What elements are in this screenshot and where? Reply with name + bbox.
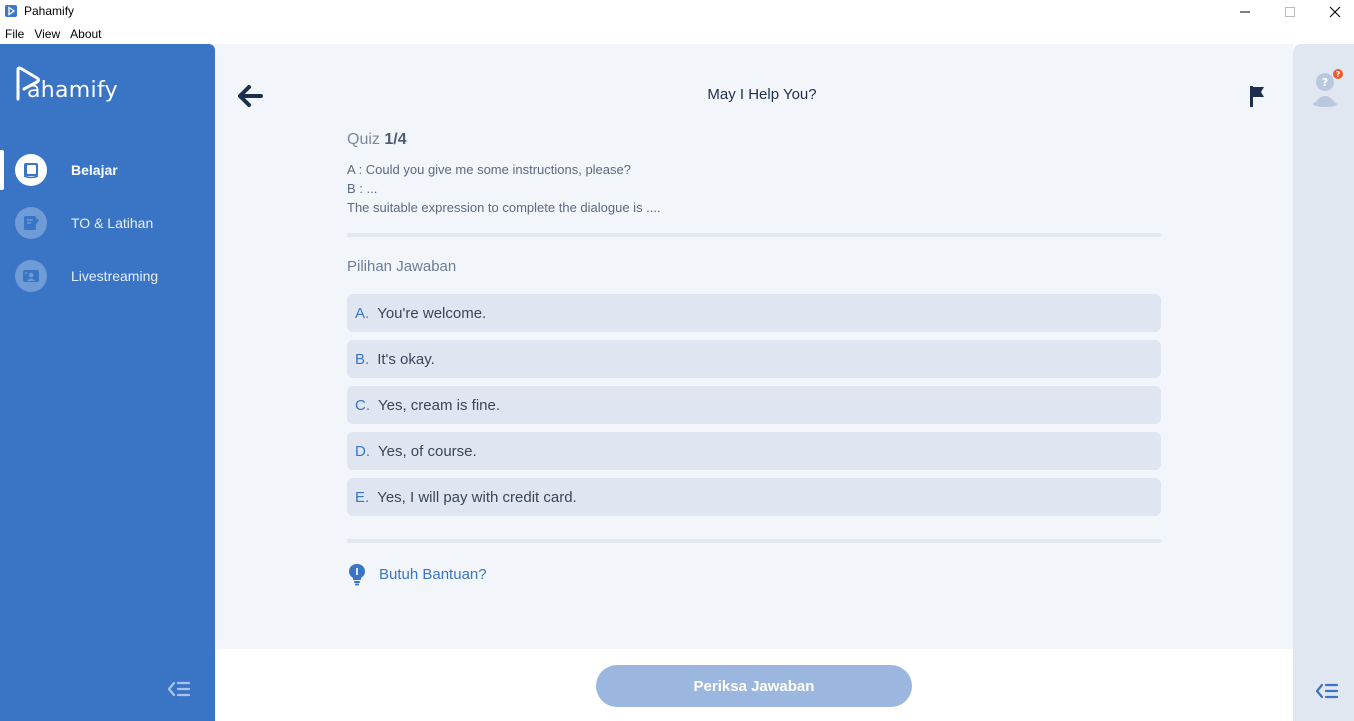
maximize-button[interactable] [1267, 0, 1313, 24]
main-content: May I Help You? Quiz 1/4 A : Could you g… [215, 44, 1293, 649]
right-panel: ? ? [1293, 44, 1354, 721]
window-title: Pahamify [24, 4, 75, 18]
answer-option-c[interactable]: C. Yes, cream is fine. [347, 386, 1161, 424]
menu-bar: File View About [0, 24, 1354, 44]
check-answer-button[interactable]: Periksa Jawaban [596, 665, 912, 707]
bottom-bar: Periksa Jawaban [215, 649, 1293, 721]
option-text: Yes, of course. [378, 442, 477, 460]
option-text: It's okay. [377, 350, 435, 368]
help-label: Butuh Bantuan? [379, 565, 487, 583]
choices-heading: Pilihan Jawaban [347, 258, 457, 275]
option-letter: E. [355, 488, 370, 506]
menu-view[interactable]: View [29, 24, 65, 44]
quiz-progress-count: 1/4 [384, 131, 407, 148]
option-text: You're welcome. [377, 304, 487, 322]
help-badge: ? [1336, 70, 1341, 79]
sidebar: ahamify Belajar TO & Latihan Livestreami… [0, 44, 215, 721]
option-text: Yes, I will pay with credit card. [377, 488, 577, 506]
book-icon [15, 154, 47, 186]
sidebar-item-belajar[interactable]: Belajar [0, 150, 215, 190]
sidebar-item-livestreaming[interactable]: Livestreaming [0, 256, 215, 296]
lightbulb-icon [349, 564, 365, 586]
answer-option-b[interactable]: B. It's okay. [347, 340, 1161, 378]
option-letter: C. [355, 396, 370, 414]
option-letter: B. [355, 350, 370, 368]
title-bar: Pahamify [0, 0, 1354, 24]
edit-icon [15, 207, 47, 239]
question-line: The suitable expression to complete the … [347, 200, 661, 215]
sidebar-item-label: Livestreaming [71, 268, 159, 284]
help-avatar-icon[interactable]: ? ? [1311, 68, 1343, 113]
svg-text:?: ? [1322, 76, 1328, 89]
app-logo-icon [5, 5, 17, 17]
question-line: B : ... [347, 181, 378, 196]
sidebar-item-to-latihan[interactable]: TO & Latihan [0, 203, 215, 243]
quiz-label: Quiz [347, 131, 380, 148]
livestream-icon [15, 260, 47, 292]
answer-option-a[interactable]: A. You're welcome. [347, 294, 1161, 332]
quiz-progress: Quiz 1/4 [347, 131, 407, 149]
question-line: A : Could you give me some instructions,… [347, 162, 631, 177]
flag-icon[interactable] [1247, 84, 1267, 108]
close-button[interactable] [1312, 0, 1354, 24]
menu-file[interactable]: File [0, 24, 29, 44]
answer-option-d[interactable]: D. Yes, of course. [347, 432, 1161, 470]
answer-option-e[interactable]: E. Yes, I will pay with credit card. [347, 478, 1161, 516]
option-letter: A. [355, 304, 370, 322]
minimize-button[interactable] [1222, 0, 1268, 24]
sidebar-item-label: TO & Latihan [71, 215, 154, 231]
menu-about[interactable]: About [65, 24, 106, 44]
collapse-panel-icon[interactable] [1315, 682, 1339, 705]
page-title: May I Help You? [707, 86, 817, 103]
collapse-sidebar-icon[interactable] [167, 680, 191, 703]
help-link[interactable]: Butuh Bantuan? [347, 562, 487, 586]
sidebar-item-label: Belajar [71, 162, 118, 178]
option-letter: D. [355, 442, 370, 460]
option-text: Yes, cream is fine. [378, 396, 500, 414]
divider [347, 233, 1161, 237]
divider [347, 539, 1161, 543]
logo-text: ahamify [27, 78, 118, 103]
